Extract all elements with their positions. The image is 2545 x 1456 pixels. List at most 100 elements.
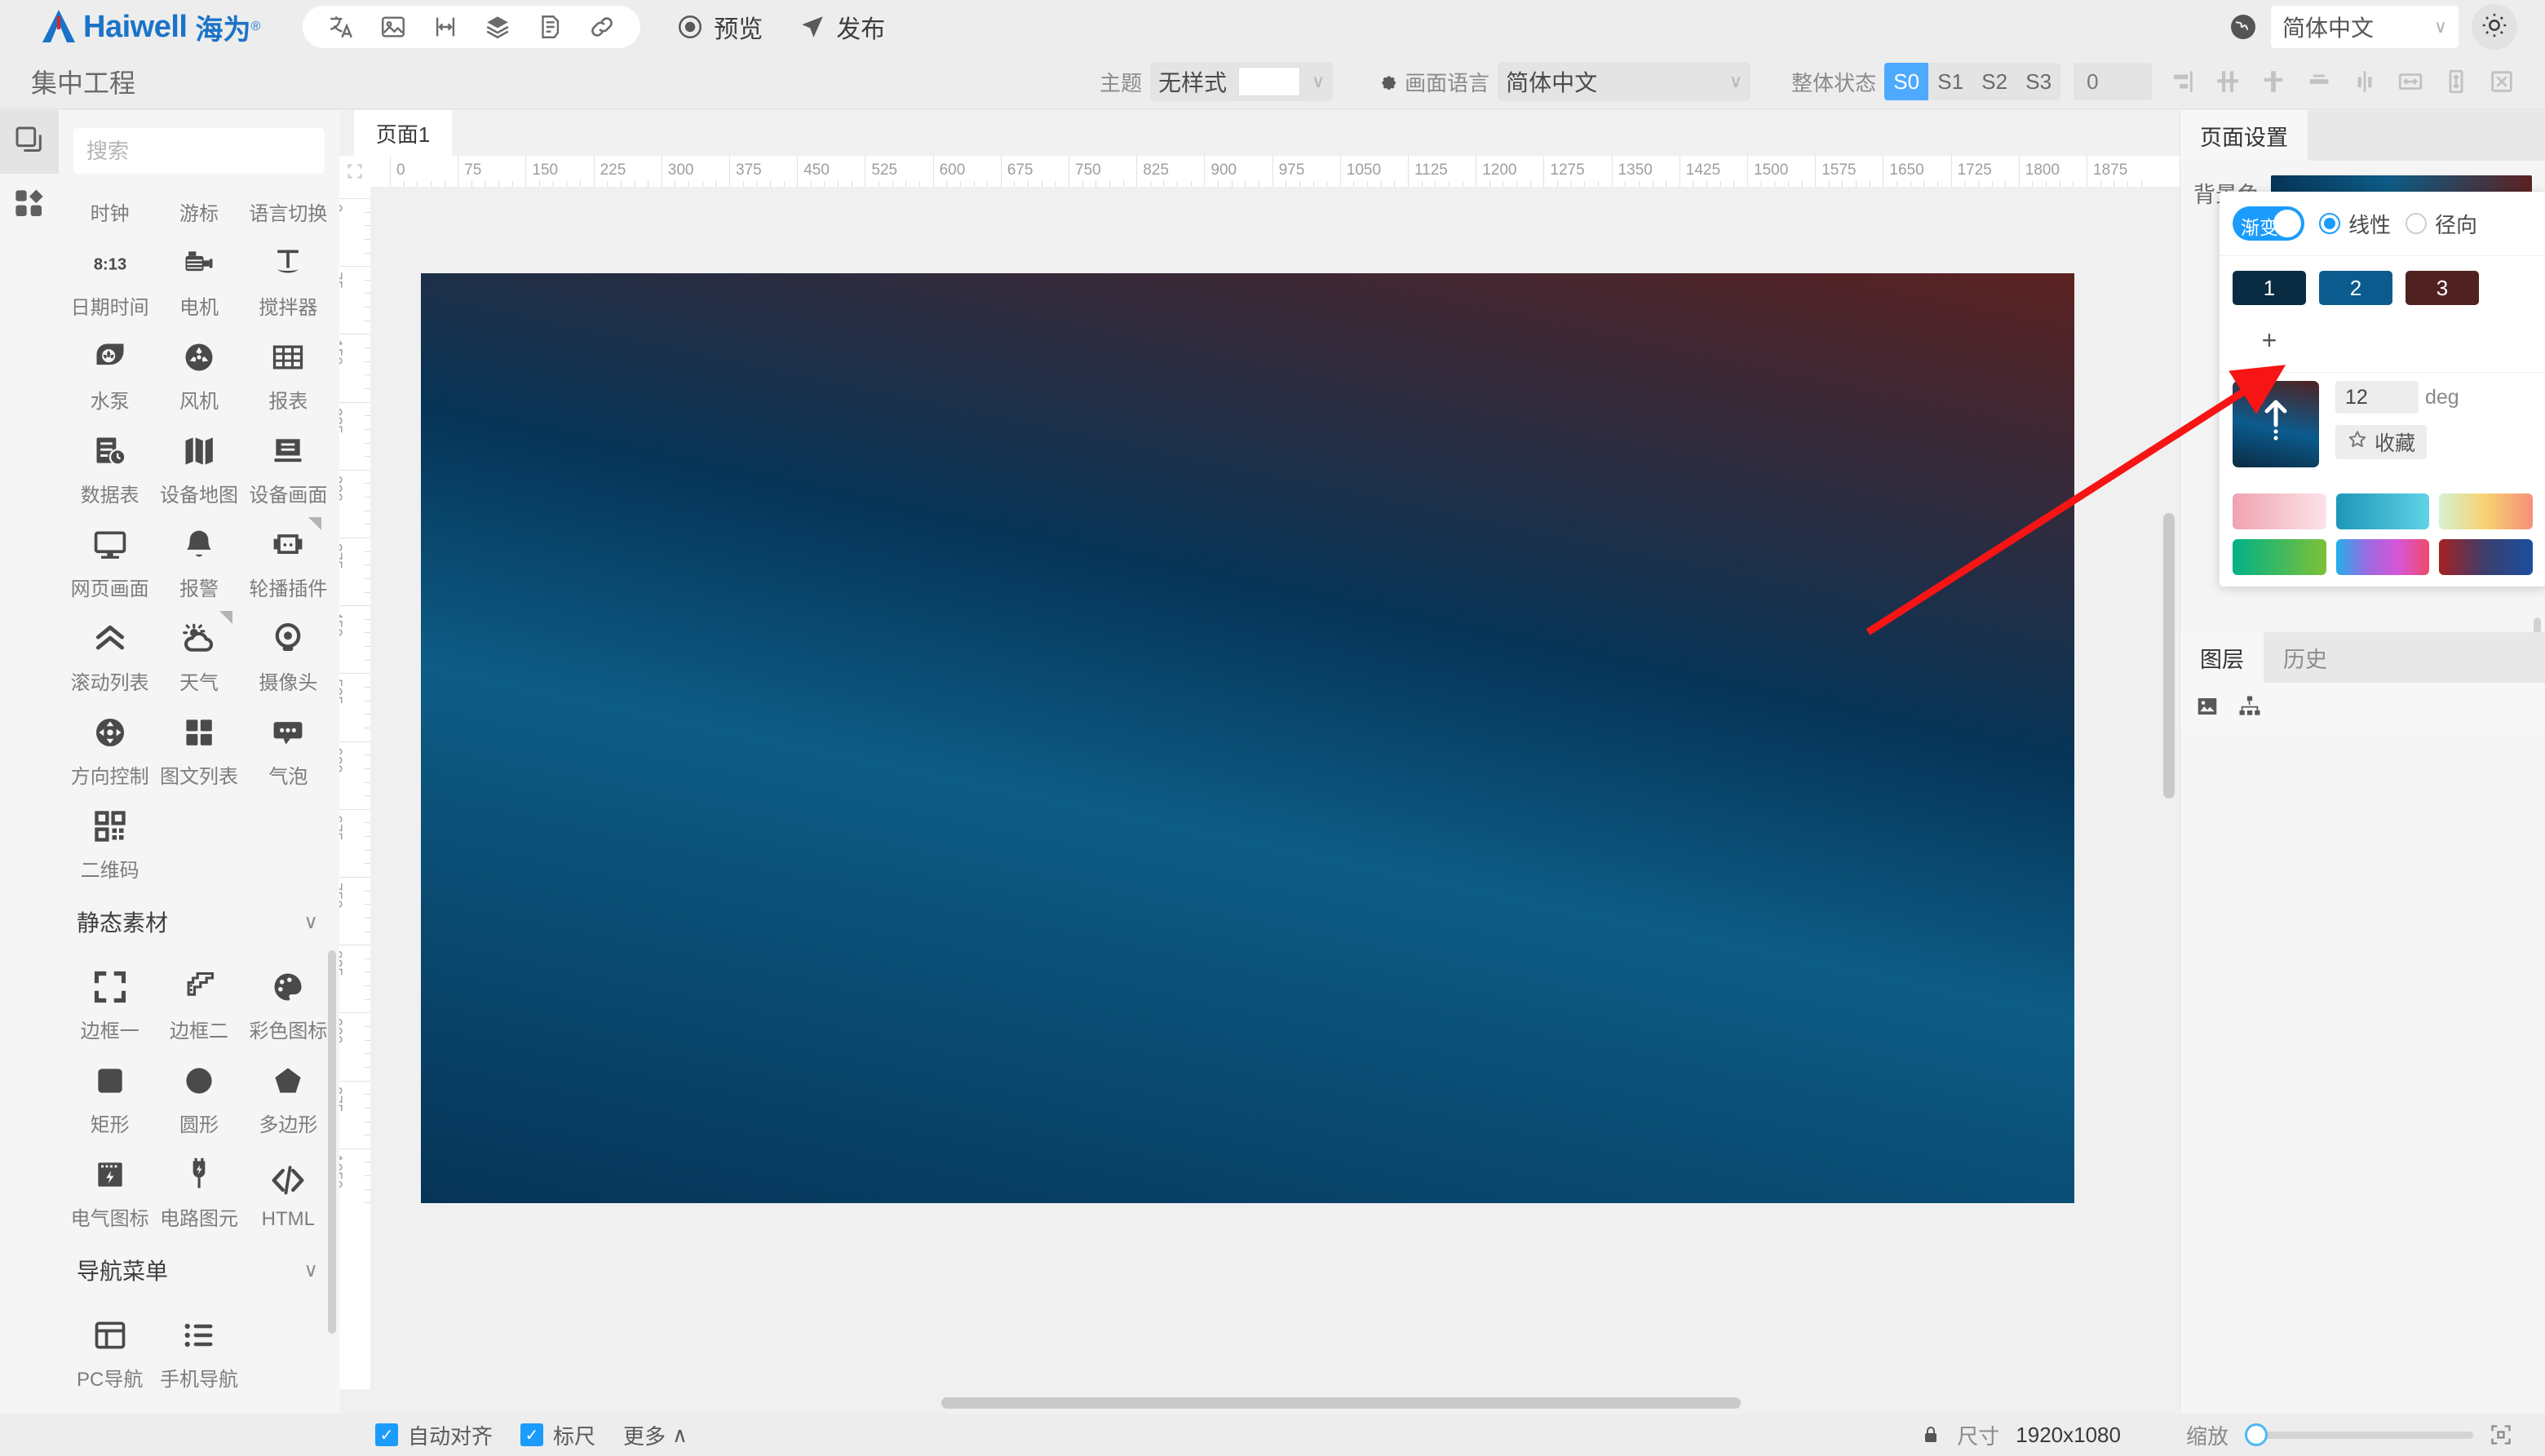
palette-item-water-pump-icon[interactable]: 水泵 [65,325,154,418]
palette-item-pc-nav-icon[interactable]: PC导航 [65,1303,154,1396]
palette-item-webpage-screen-icon[interactable]: 网页画面 [65,512,154,606]
gradient-toggle[interactable]: 渐变 [2233,206,2304,241]
palette-item-frame-one-icon[interactable]: 边框一 [65,954,154,1048]
palette-item-frame-two-icon[interactable]: 边框二 [154,954,243,1048]
palette-item-mobile-nav-icon[interactable]: 手机导航 [154,1303,243,1396]
radio-radial[interactable]: 径向 [2406,209,2477,239]
layers-icon[interactable] [484,13,511,41]
design-canvas[interactable] [421,273,2074,1203]
gradient-stop-3[interactable]: 3 [2406,271,2479,305]
ruler-origin-icon[interactable] [339,156,370,187]
zoom-slider[interactable] [2245,1423,2473,1446]
search-input[interactable] [86,138,339,164]
chevron-down-icon[interactable]: ∨ [303,1259,318,1282]
nav-menu-header[interactable]: 导航菜单 ∨ [59,1236,339,1294]
vertical-ruler[interactable]: 0 75 150 225 300 375 450 525 600 675 750 825 900 975 1… [339,187,370,1389]
align-right-icon[interactable] [2163,63,2201,100]
auto-align-checkbox[interactable]: ✓ 自动对齐 [375,1420,493,1450]
tree-structure-icon[interactable] [2237,694,2262,719]
palette-item-alarm-bell-icon[interactable]: 报警 [154,512,243,606]
brand-logo[interactable]: Haiwell 海为 ® [38,7,260,47]
palette-item-lang-switch-icon[interactable]: 语言切换 [244,182,333,231]
translate-icon[interactable] [327,13,355,41]
palette-item-report-table-icon[interactable]: 报表 [244,325,333,418]
palette-item-mixer-icon[interactable]: 搅拌器 [244,231,333,325]
palette-item-color-icon-palette-icon[interactable]: 彩色图标 [244,954,333,1048]
palette-item-circuit-element-icon[interactable]: 电路图元 [154,1142,243,1236]
palette-item-circle-icon[interactable]: 圆形 [154,1048,243,1142]
palette-item-cursor-icon[interactable]: 游标 [154,182,243,231]
palette-item-qrcode-icon[interactable]: 二维码 [65,794,154,887]
more-options-button[interactable]: 更多 ∧ [623,1420,688,1450]
align-center-v-icon[interactable] [2346,63,2383,100]
palette-scrollbar[interactable] [328,950,336,1334]
preset-rainbow[interactable] [2335,539,2430,575]
document-icon[interactable] [536,13,564,41]
publish-button[interactable]: 发布 [799,9,885,45]
same-width-icon[interactable] [2392,63,2429,100]
palette-item-motor-icon[interactable]: 电机 [154,231,243,325]
preset-pink[interactable] [2233,493,2326,529]
palette-item-data-table-icon[interactable]: 数据表 [65,418,154,512]
palette-item-clock-icon[interactable]: 时钟 [65,182,154,231]
gradient-stop-1[interactable]: 1 [2233,271,2306,305]
chevron-down-icon[interactable]: ∨ [303,910,318,934]
state-s2[interactable]: S2 [1972,63,2016,100]
fit-screen-icon[interactable] [2490,1423,2512,1446]
lock-icon[interactable] [1921,1425,1941,1445]
align-center-h-icon[interactable] [2300,63,2338,100]
screen-language-select[interactable]: 简体中文 ∨ [1498,62,1751,101]
tab-layers[interactable]: 图层 [2180,632,2264,683]
same-height-icon[interactable] [2437,63,2475,100]
palette-item-fan-icon[interactable]: 风机 [154,325,243,418]
scrollbar-thumb[interactable] [941,1397,1741,1409]
palette-item-carousel-plugin-icon[interactable]: 轮播插件 [244,512,333,606]
gradient-stop-2[interactable]: 2 [2319,271,2392,305]
image-icon[interactable] [379,13,407,41]
preview-button[interactable]: 预览 [676,9,763,45]
tab-page-settings[interactable]: 页面设置 [2180,110,2308,161]
palette-item-scroll-list-icon[interactable]: 滚动列表 [65,606,154,700]
palette-item-bubble-icon[interactable]: 气泡 [244,700,333,794]
palette-item-device-screen-icon[interactable]: 设备画面 [244,418,333,512]
rail-item-components[interactable] [0,110,59,174]
preset-teal[interactable] [2335,493,2430,529]
canvas-horizontal-scrollbar[interactable] [370,1397,2049,1409]
state-s0[interactable]: S0 [1884,63,1929,100]
distribute-h-icon[interactable] [2209,63,2246,100]
palette-item-direction-control-icon[interactable]: 方向控制 [65,700,154,794]
gear-icon[interactable] [1377,71,1398,92]
swap-icon[interactable] [432,13,459,41]
static-assets-header[interactable]: 静态素材 ∨ [59,887,339,946]
radio-linear[interactable]: 线性 [2319,209,2391,239]
state-s1[interactable]: S1 [1928,63,1972,100]
ruler-checkbox[interactable]: ✓ 标尺 [520,1420,595,1450]
palette-item-html-code-icon[interactable]: HTML [244,1142,333,1236]
zoom-slider-knob[interactable] [2245,1423,2268,1446]
image-layer-icon[interactable] [2195,694,2220,719]
language-select[interactable]: 简体中文 ∨ [2271,6,2459,48]
search-box[interactable] [73,128,339,174]
gradient-angle-preview[interactable] [2233,381,2319,467]
palette-item-weather-icon[interactable]: 天气 [154,606,243,700]
palette-item-datetime-icon[interactable]: 8:13 日期时间 [65,231,154,325]
add-gradient-stop-button[interactable]: + [2233,323,2306,357]
palette-item-polygon-icon[interactable]: 多边形 [244,1048,333,1142]
rail-item-widgets[interactable] [0,174,59,237]
palette-item-electrical-icon[interactable]: 电气图标 [65,1142,154,1236]
preset-sunset[interactable] [2439,493,2533,529]
theme-select[interactable]: 无样式 ∨ [1150,62,1334,101]
palette-item-media-list-icon[interactable]: 图文列表 [154,700,243,794]
canvas-viewport[interactable] [370,187,2180,1414]
palette-item-camera-icon[interactable]: 摄像头 [244,606,333,700]
same-size-icon[interactable] [2483,63,2521,100]
page-tab[interactable]: 页面1 [354,110,452,156]
preset-green[interactable] [2233,539,2326,575]
palette-item-rectangle-icon[interactable]: 矩形 [65,1048,154,1142]
horizontal-ruler[interactable]: 0 75 150 225 300 375 450 525 600 675 750 825 900 975 1… [370,156,2180,187]
link-icon[interactable] [588,13,616,41]
palette-item-device-map-icon[interactable]: 设备地图 [154,418,243,512]
angle-input[interactable]: 12 [2335,381,2419,414]
canvas-vertical-scrollbar[interactable] [2163,513,2175,799]
theme-color-swatch[interactable] [1238,67,1301,96]
